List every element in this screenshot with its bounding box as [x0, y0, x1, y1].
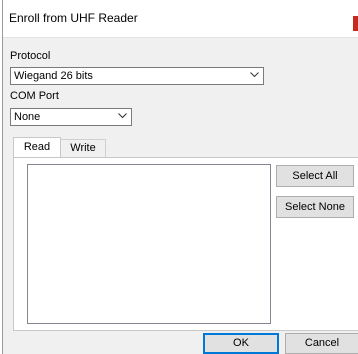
ok-label: OK	[233, 337, 249, 349]
chevron-down-icon	[118, 113, 127, 119]
tab-write-label: Write	[70, 142, 96, 154]
window-title: Enroll from UHF Reader	[9, 11, 138, 25]
com-port-select[interactable]: None	[10, 108, 132, 126]
protocol-label: Protocol	[10, 50, 51, 62]
cancel-label: Cancel	[304, 337, 340, 349]
enroll-dialog: Enroll from UHF Reader Protocol Wiegand …	[2, 0, 358, 354]
select-none-label: Select None	[285, 201, 345, 213]
tab-read-label: Read	[23, 141, 51, 153]
title-bar: Enroll from UHF Reader	[3, 0, 358, 38]
select-all-label: Select All	[292, 170, 338, 182]
ok-button[interactable]: OK	[203, 333, 279, 354]
select-none-button[interactable]: Select None	[276, 196, 354, 218]
close-button[interactable]	[353, 16, 358, 31]
tab-write[interactable]: Write	[60, 139, 106, 157]
tag-list[interactable]	[27, 164, 271, 324]
tab-read[interactable]: Read	[13, 137, 61, 157]
com-port-value: None	[14, 111, 41, 123]
select-all-button[interactable]: Select All	[276, 165, 354, 187]
com-port-label: COM Port	[10, 90, 59, 102]
cancel-button[interactable]: Cancel	[285, 333, 358, 354]
protocol-value: Wiegand 26 bits	[14, 70, 93, 82]
chevron-down-icon	[250, 72, 259, 78]
protocol-select[interactable]: Wiegand 26 bits	[10, 67, 264, 85]
